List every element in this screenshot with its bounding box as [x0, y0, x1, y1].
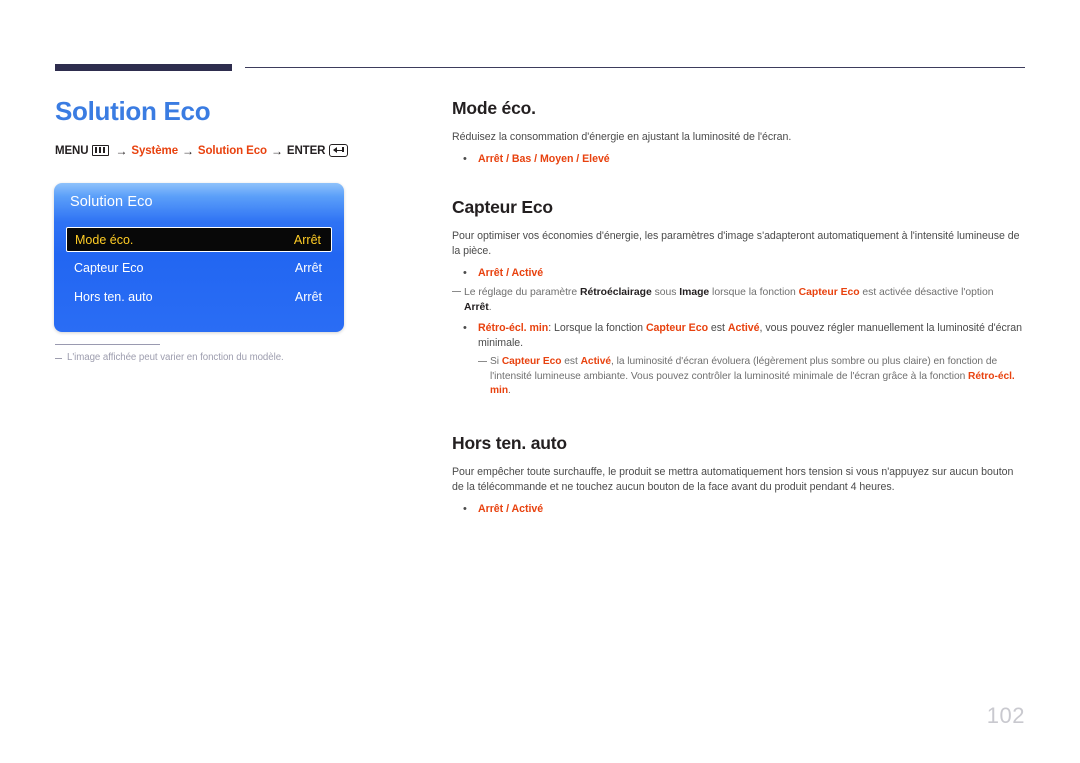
- bullet-options: Arrêt / Bas / Moyen / Elevé: [478, 153, 610, 165]
- menu-path-step-solution-eco: Solution Eco: [197, 144, 267, 157]
- enter-label: ENTER: [286, 144, 326, 157]
- osd-row-label: Capteur Eco: [74, 260, 144, 275]
- osd-row-label: Hors ten. auto: [74, 289, 153, 304]
- section-heading: Hors ten. auto: [452, 432, 567, 453]
- section-paragraph: Réduisez la consommation d'énergie en aj…: [452, 131, 792, 143]
- section-paragraph: Pour empêcher toute surchauffe, le produ…: [452, 465, 1014, 493]
- section-bullet: • Arrêt / Bas / Moyen / Elevé: [452, 152, 1022, 167]
- section-heading: Mode éco.: [452, 98, 536, 118]
- section-heading: Capteur Eco: [452, 197, 553, 217]
- right-column: Mode éco. Réduisez la consommation d'éne…: [452, 98, 1022, 521]
- path-arrow-3: →: [270, 143, 283, 158]
- section-paragraph: Pour optimiser vos économies d'énergie, …: [452, 230, 1020, 257]
- osd-row-label: Mode éco.: [75, 232, 134, 247]
- menu-label: MENU: [55, 144, 89, 157]
- footnote-dash-icon: [55, 358, 62, 359]
- menu-path-breadcrumb: MENU → Système → Solution Eco → ENTER: [55, 144, 415, 157]
- section-bullet: • Arrêt / Activé: [452, 266, 1022, 281]
- section-mode-eco: Mode éco. Réduisez la consommation d'éne…: [452, 98, 1022, 167]
- section-note-bullet: • Rétro-écl. min: Lorsque la fonction Ca…: [452, 321, 1022, 351]
- bullet-dot-icon: •: [463, 502, 467, 515]
- header-divider: [55, 64, 1025, 74]
- osd-menu-preview: Solution Eco Mode éco. Arrêt Capteur Eco…: [54, 183, 344, 332]
- bullet-options: Arrêt / Activé: [478, 502, 544, 515]
- bullet-dot-icon: •: [463, 267, 467, 279]
- section-bullet: • Arrêt / Activé: [452, 502, 1022, 517]
- footnote-row: L'image affichée peut varier en fonction…: [55, 352, 385, 363]
- section-subnote: Si Capteur Eco est Activé, la luminosité…: [478, 355, 1022, 399]
- footnote-text: L'image affichée peut varier en fonction…: [67, 352, 284, 363]
- osd-row-mode-eco[interactable]: Mode éco. Arrêt: [66, 227, 332, 252]
- osd-footnote: L'image affichée peut varier en fonction…: [55, 344, 385, 363]
- note-text: Le réglage du paramètre Rétroéclairage s…: [464, 287, 994, 313]
- footnote-rule: [55, 344, 160, 345]
- path-arrow-1: →: [115, 143, 128, 158]
- bullet-dot-icon: •: [463, 153, 467, 165]
- note-bullet-text: Rétro-écl. min: Lorsque la fonction Capt…: [478, 322, 1022, 349]
- menu-bars-icon: [92, 145, 110, 156]
- bullet-options: Arrêt / Activé: [478, 267, 544, 279]
- subnote-dash-icon: [478, 361, 487, 363]
- osd-title: Solution Eco: [70, 194, 153, 210]
- osd-row-value: Arrêt: [293, 232, 321, 247]
- osd-row-hors-ten-auto[interactable]: Hors ten. auto Arrêt: [66, 285, 332, 308]
- osd-row-value: Arrêt: [294, 260, 322, 275]
- osd-row-capteur-eco[interactable]: Capteur Eco Arrêt: [66, 256, 332, 279]
- section-capteur-eco: Capteur Eco Pour optimiser vos économies…: [452, 197, 1022, 399]
- header-rule-thin: [245, 67, 1025, 68]
- bullet-dot-icon: •: [463, 322, 467, 334]
- header-rule-thick: [55, 64, 232, 71]
- note-dash-icon: [452, 291, 461, 293]
- page-number: 102: [986, 703, 1025, 728]
- page-title: Solution Eco: [55, 96, 211, 126]
- section-note: Le réglage du paramètre Rétroéclairage s…: [452, 285, 1022, 315]
- enter-return-icon: [329, 144, 349, 157]
- path-arrow-2: →: [181, 143, 194, 158]
- subnote-text: Si Capteur Eco est Activé, la luminosité…: [490, 356, 1015, 396]
- menu-path-step-systeme: Système: [131, 144, 178, 157]
- section-hors-ten-auto: Hors ten. auto Pour empêcher toute surch…: [452, 433, 1022, 517]
- osd-row-value: Arrêt: [294, 289, 322, 304]
- left-column: Solution Eco MENU → Système → Solution E…: [55, 95, 415, 157]
